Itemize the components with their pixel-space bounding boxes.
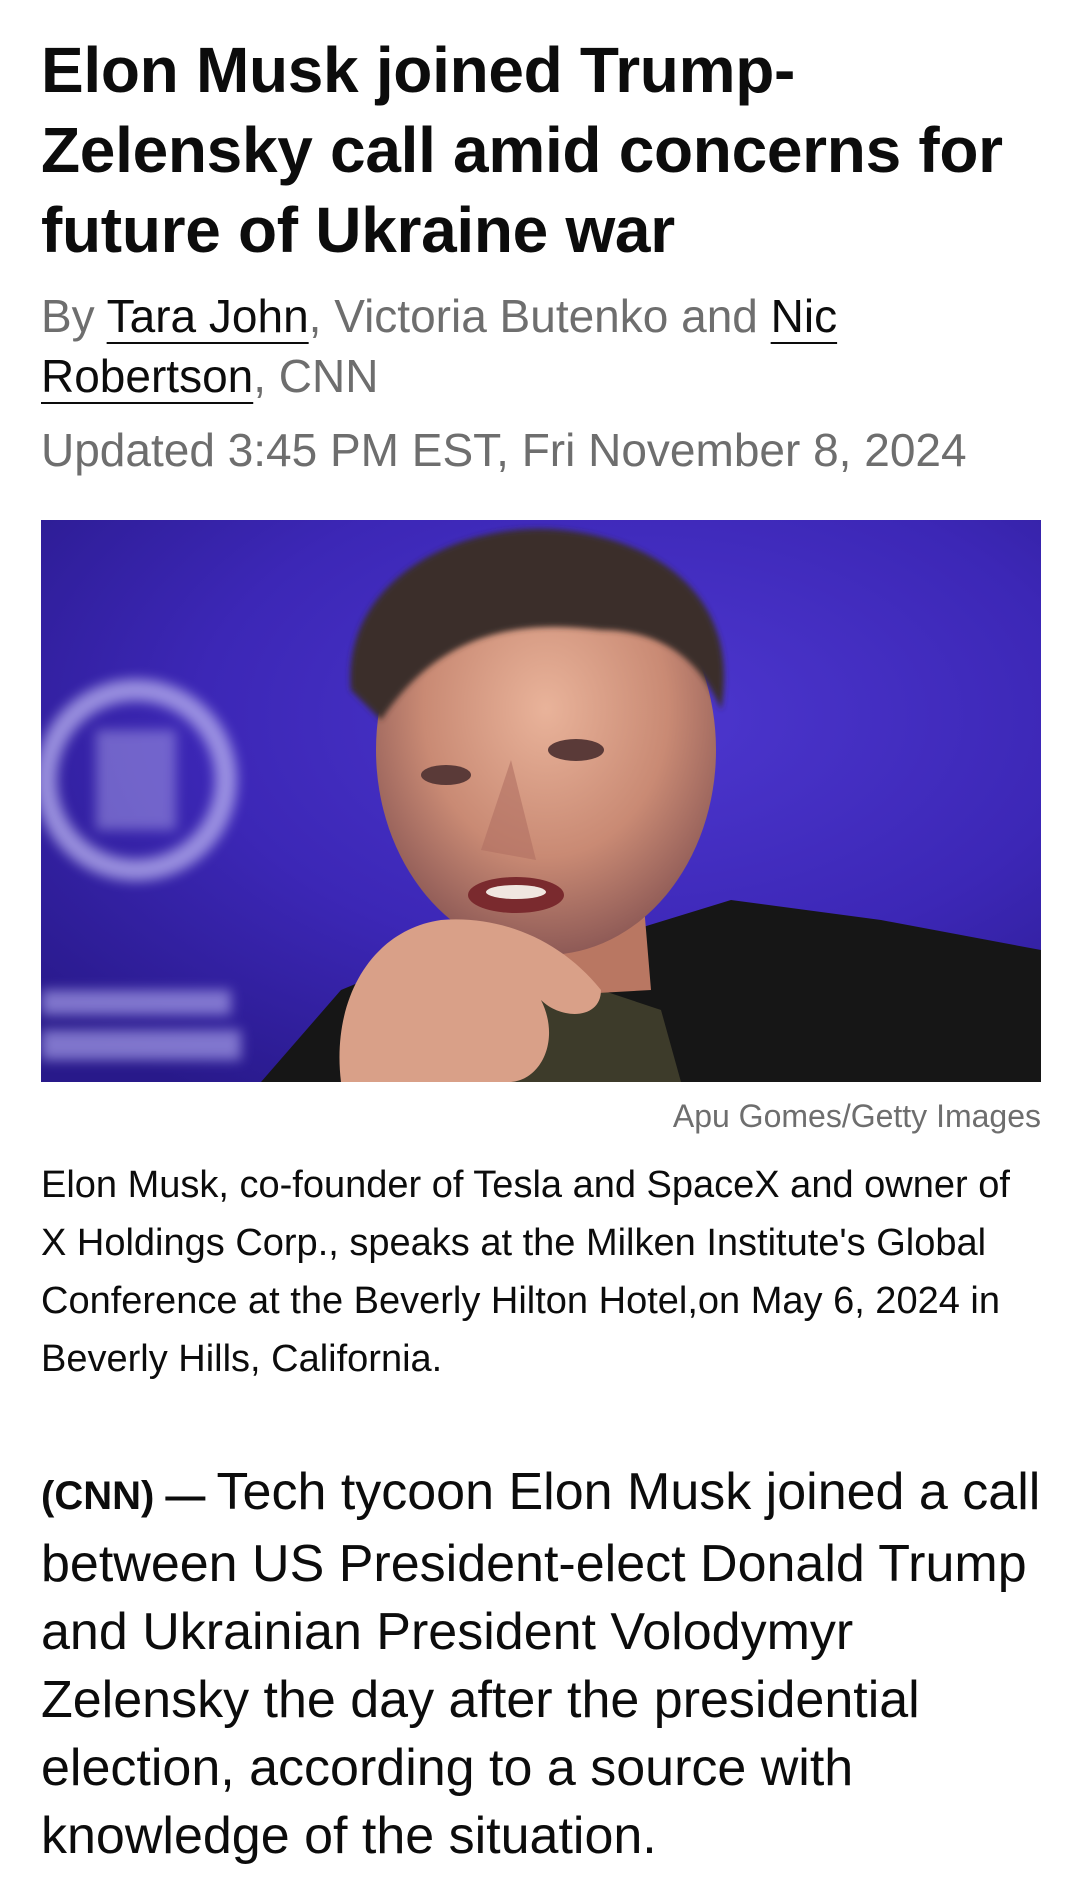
article: Elon Musk joined Trump-Zelensky call ami…	[0, 0, 1079, 1889]
dateline: (CNN) —	[41, 1474, 217, 1518]
updated-timestamp: Updated 3:45 PM EST, Fri November 8, 202…	[41, 424, 967, 476]
byline: By Tara John, Victoria Butenko and Nic R…	[41, 286, 1041, 406]
byline-suffix: , CNN	[253, 350, 379, 402]
paragraph-text: Tech tycoon Elon Musk joined a call betw…	[41, 1463, 1041, 1865]
author-link-tara-john[interactable]: Tara John	[107, 290, 309, 342]
byline-prefix: By	[41, 290, 107, 342]
photo-credit: Apu Gomes/Getty Images	[672, 1098, 1041, 1134]
hero-photo[interactable]	[41, 520, 1041, 1082]
headline: Elon Musk joined Trump-Zelensky call ami…	[41, 34, 1003, 266]
hero-photo-illustration	[41, 520, 1041, 1082]
photo-caption: Elon Musk, co-founder of Tesla and Space…	[41, 1164, 1010, 1380]
article-paragraph: (CNN) — Tech tycoon Elon Musk joined a c…	[41, 1458, 1041, 1870]
byline-separator: , Victoria Butenko and	[308, 290, 771, 342]
